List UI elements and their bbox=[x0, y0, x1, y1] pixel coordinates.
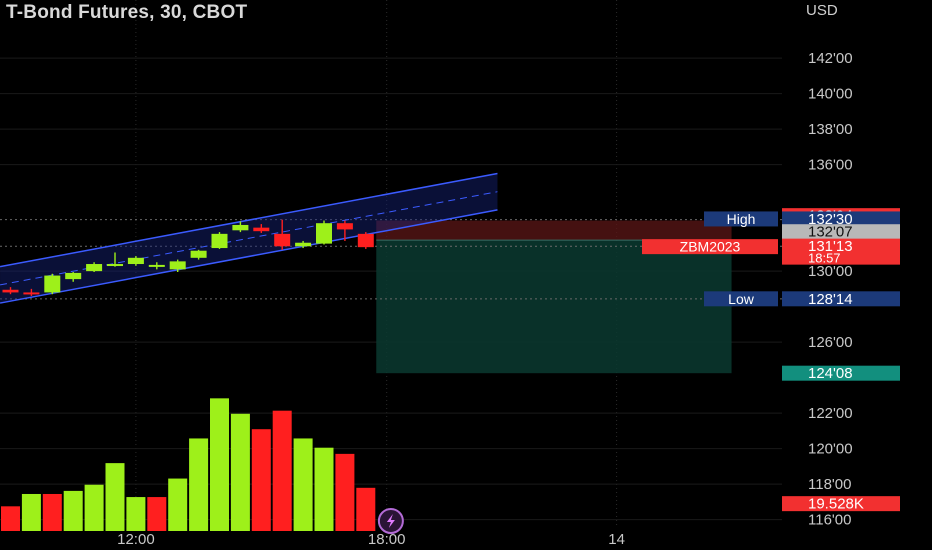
candle-body bbox=[274, 233, 291, 247]
currency-label[interactable]: USD bbox=[806, 2, 838, 19]
price-label-text: 124'08 bbox=[808, 365, 853, 382]
candle-body bbox=[316, 223, 332, 244]
price-tag-label: ZBM2023 bbox=[680, 239, 741, 255]
price-tag-label: High bbox=[727, 211, 756, 227]
volume-bar bbox=[189, 438, 209, 531]
price-label-text: 19.528K bbox=[808, 496, 864, 513]
price-tick-label: 116'00 bbox=[808, 512, 851, 529]
volume-bar bbox=[1, 506, 20, 531]
chart-canvas[interactable]: 142'00 140'00 138'00 136'00 130'00 126'00 122'… bbox=[0, 0, 932, 550]
price-tick-label: 142'00 bbox=[808, 50, 853, 67]
volume-bar bbox=[314, 447, 334, 531]
candle-body bbox=[169, 261, 186, 270]
candle-body bbox=[86, 264, 103, 272]
candle-body bbox=[295, 242, 312, 247]
candle-body bbox=[148, 264, 165, 267]
take-profit-zone[interactable] bbox=[376, 240, 732, 374]
price-tick-label: 120'00 bbox=[808, 441, 853, 458]
price-tick-label: 122'00 bbox=[808, 405, 853, 422]
candle-body bbox=[107, 264, 123, 267]
time-tick-label: 12:00 bbox=[117, 531, 155, 548]
price-tick-label: 140'00 bbox=[808, 86, 853, 103]
price-tick-label: 136'00 bbox=[808, 157, 853, 174]
price-tick-label: 118'00 bbox=[808, 476, 851, 493]
candle-body bbox=[2, 289, 19, 293]
price-tag-label: Low bbox=[728, 291, 755, 307]
volume-bar bbox=[21, 493, 41, 531]
candle-body bbox=[44, 275, 61, 293]
volume-bar bbox=[126, 497, 146, 531]
price-tick-label: 126'00 bbox=[808, 334, 853, 351]
volume-bar bbox=[272, 410, 292, 531]
volume-bar bbox=[105, 463, 125, 531]
candle-body bbox=[190, 250, 207, 258]
volume-bar bbox=[335, 453, 355, 531]
candle-body bbox=[253, 227, 270, 232]
candle-body bbox=[357, 233, 374, 248]
time-tick-label: 18:00 bbox=[368, 531, 406, 548]
volume-bar bbox=[230, 413, 250, 531]
volume-bar bbox=[251, 429, 271, 531]
candle-body bbox=[232, 224, 249, 231]
price-label-countdown: 18:57 bbox=[808, 251, 841, 266]
time-tick-label: 14 bbox=[608, 531, 625, 548]
stop-loss-zone[interactable] bbox=[376, 220, 732, 241]
price-tick-label: 138'00 bbox=[808, 121, 853, 138]
volume-bar bbox=[168, 478, 188, 531]
volume-bar bbox=[147, 497, 167, 531]
volume-bar bbox=[63, 490, 83, 531]
volume-bar bbox=[84, 484, 104, 531]
candle-body bbox=[211, 233, 228, 249]
candle-body bbox=[65, 272, 82, 280]
volume-bar bbox=[356, 487, 376, 531]
volume-bar bbox=[210, 398, 229, 531]
price-tick-label: 130'00 bbox=[808, 263, 853, 280]
price-label-text: 128'14 bbox=[808, 291, 853, 308]
candle-body bbox=[336, 223, 353, 230]
candle-body bbox=[23, 292, 40, 295]
volume-bar bbox=[42, 493, 62, 531]
candle-body bbox=[127, 257, 144, 265]
volume-bar bbox=[293, 438, 313, 531]
chart-title: T-Bond Futures, 30, CBOT bbox=[6, 2, 248, 23]
